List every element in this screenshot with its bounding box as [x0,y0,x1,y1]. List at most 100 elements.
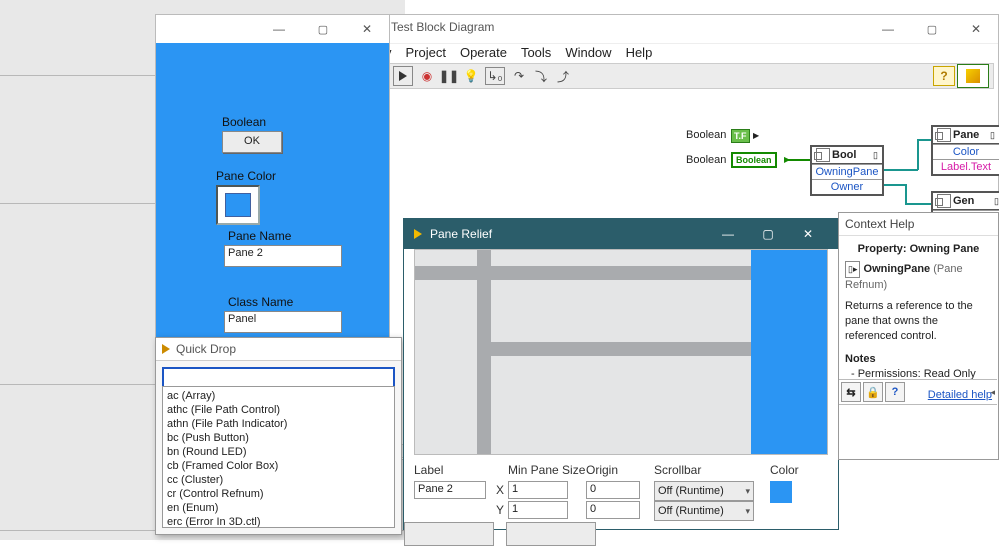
menu-operate[interactable]: Operate [460,45,507,60]
pane-name-label: Pane Name [228,229,291,243]
ok-button[interactable]: OK [222,131,282,153]
retain-wire-icon[interactable]: ↳₀ [485,67,505,85]
list-item[interactable]: cc (Cluster) [167,473,390,487]
context-help-window: Context Help Property: Owning Pane ▯▸ Ow… [838,212,999,460]
record-icon[interactable]: ◉ [419,68,435,84]
pane-relief-window: Pane Relief — ▢ ✕ Label Pane 2 Min Pane … [404,219,838,529]
pane-name-field[interactable]: Pane 2 [224,245,342,267]
label-label: Label [414,463,443,477]
minimize-button[interactable]: — [708,219,748,249]
truncated-button[interactable] [404,522,494,546]
y-label: Y [496,503,504,517]
dialog-button-row [404,522,596,546]
chevron-down-icon: ▾ [745,486,750,497]
wire [917,139,931,141]
pane-preview[interactable] [414,249,828,455]
min-y-field[interactable]: 1 [508,501,568,519]
list-item[interactable]: ac (Array) [167,389,390,403]
property-row[interactable]: OwningPane [812,164,882,179]
pane-properties-form: Label Pane 2 Min Pane Size X 1 Y 1 Origi… [414,463,828,521]
chevron-down-icon: ▾ [745,506,750,517]
list-item[interactable]: cr (Control Refnum) [167,487,390,501]
close-button[interactable]: ✕ [954,15,998,43]
splitter[interactable] [491,342,751,356]
class-name-field[interactable]: Panel [224,311,342,333]
field-value: 1 [512,503,518,515]
property-node-pane[interactable]: Pane▯ Color Label.Text [931,125,999,176]
help-icon[interactable]: ? [933,66,955,86]
refnum-icon: ▯▸ [845,261,860,278]
diagram-label: Boolean [686,154,726,166]
property-row[interactable]: Label.Text [933,159,999,174]
wire [786,159,810,161]
field-value: 0 [590,503,596,515]
chevron-left-icon[interactable]: ◂ [990,387,995,398]
splitter[interactable] [477,250,491,454]
scrollbar-h-dropdown[interactable]: Off (Runtime)▾ [654,481,754,501]
step-over-icon[interactable]: ↷ [511,68,527,84]
origin-label: Origin [586,463,618,477]
notes-heading: Notes [845,353,876,365]
maximize-button[interactable]: ▢ [301,15,345,43]
truncated-button[interactable] [506,522,596,546]
list-item[interactable]: cb (Framed Color Box) [167,459,390,473]
property-row[interactable]: Color [933,144,999,159]
minimize-button[interactable]: — [257,15,301,43]
list-item[interactable]: bn (Round LED) [167,445,390,459]
link-icon [937,128,951,142]
close-button[interactable]: ✕ [345,15,389,43]
vi-icon[interactable] [957,64,989,88]
list-item[interactable]: bc (Push Button) [167,431,390,445]
window-title: Pane Relief [430,227,492,241]
lock-icon[interactable]: 🔒 [863,382,883,402]
help-icon[interactable]: ? [885,382,905,402]
wire [884,169,918,171]
menu-tools[interactable]: Tools [521,45,551,60]
menu-help[interactable]: Help [626,45,653,60]
label-field[interactable]: Pane 2 [414,481,486,499]
titlebar[interactable]: Context Help [839,213,998,236]
scrollbar-v-dropdown[interactable]: Off (Runtime)▾ [654,501,754,521]
menu-window[interactable]: Window [565,45,611,60]
boolean-terminal-icon[interactable]: T.F [731,129,750,143]
run-button[interactable] [393,66,413,86]
bulb-icon[interactable]: 💡 [463,68,479,84]
toggle-icon[interactable]: ⇆ [841,382,861,402]
field-value: 0 [590,483,596,495]
node-title: Pane [953,129,979,141]
step-into-icon[interactable]: ⤵ [533,68,549,84]
titlebar[interactable]: Pane Relief — ▢ ✕ [404,219,838,249]
menu-project[interactable]: Project [406,45,446,60]
direction-arrow-icon: ▶ [753,131,759,140]
color-swatch[interactable] [770,481,792,503]
quick-drop-list[interactable]: ac (Array) athc (File Path Control) athn… [162,386,395,528]
list-item[interactable]: athc (File Path Control) [167,403,390,417]
color-label: Color [770,463,799,477]
property-node-bool[interactable]: Bool▯ OwningPane Owner [810,145,884,196]
ref-name: OwningPane [864,263,931,275]
boolean-ref-terminal-icon[interactable]: Boolean [731,152,777,168]
titlebar[interactable]: — ▢ ✕ [156,15,389,43]
origin-y-field[interactable]: 0 [586,501,640,519]
titlebar[interactable]: Quick Drop [156,338,401,361]
minimize-button[interactable]: — [866,15,910,43]
property-heading: Property: Owning Pane [858,243,980,255]
maximize-button[interactable]: ▢ [748,219,788,249]
field-value: Panel [228,313,256,325]
list-item[interactable]: athn (File Path Indicator) [167,417,390,431]
pause-icon[interactable]: ❚❚ [441,68,457,84]
min-x-field[interactable]: 1 [508,481,568,499]
step-out-icon[interactable]: ⤴ [555,68,571,84]
property-row[interactable]: Owner [812,179,882,194]
window-title: Quick Drop [176,342,236,356]
list-item[interactable]: en (Enum) [167,501,390,515]
diagram-label: Boolean [686,129,726,141]
close-button[interactable]: ✕ [788,219,828,249]
list-item[interactable]: erc (Error In 3D.ctl) [167,515,390,528]
origin-x-field[interactable]: 0 [586,481,640,499]
node-title: Gen [953,195,974,207]
color-box-control[interactable] [216,185,260,225]
maximize-button[interactable]: ▢ [910,15,954,43]
selected-pane-icon[interactable] [751,250,827,454]
field-value: Pane 2 [228,247,263,259]
